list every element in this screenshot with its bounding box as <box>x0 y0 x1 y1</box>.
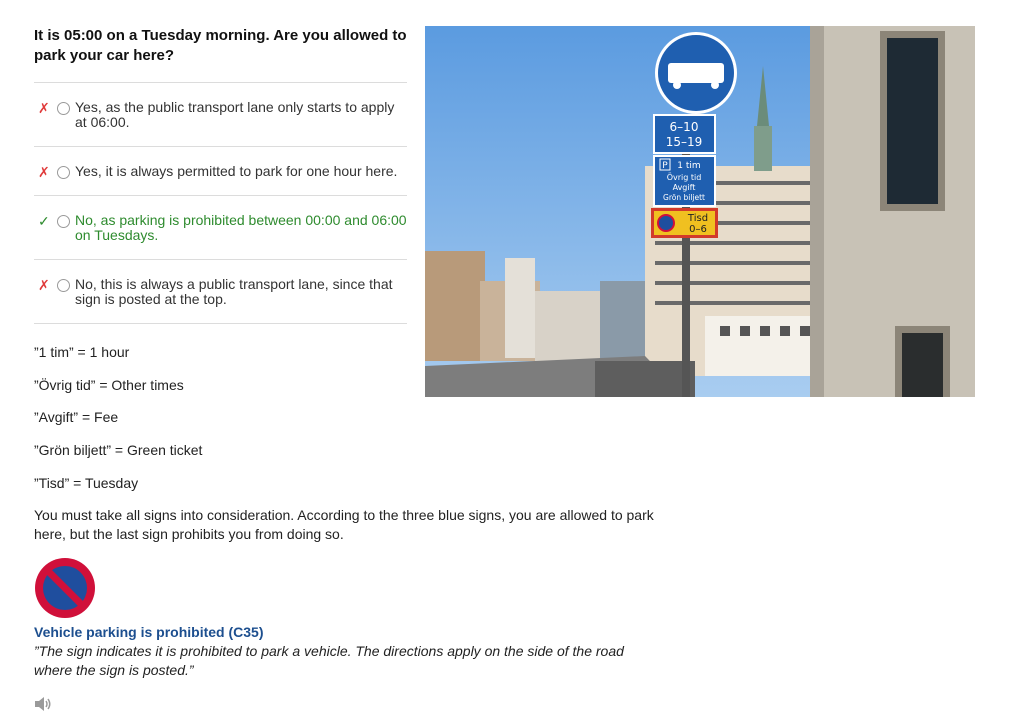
sign-p-line-3: Avgift <box>673 183 696 192</box>
wrong-mark-icon: ✗ <box>38 277 50 293</box>
wrong-mark-icon: ✗ <box>38 164 50 180</box>
glossary-item: ”1 tim” = 1 hour <box>34 344 130 360</box>
sign-description: ”The sign indicates it is prohibited to … <box>34 643 624 678</box>
answer-option-2[interactable]: ✗ Yes, it is always permitted to park fo… <box>34 146 407 195</box>
sign-times-text-2: 15–19 <box>666 135 703 149</box>
answer-list: ✗ Yes, as the public transport lane only… <box>34 82 407 324</box>
glossary-item: ”Grön biljett” = Green ticket <box>34 442 203 458</box>
speaker-icon[interactable] <box>34 696 52 712</box>
sign-p-line-4: Grön biljett <box>663 193 705 202</box>
no-parking-sign-icon <box>34 557 96 619</box>
answer-text: Yes, it is always permitted to park for … <box>75 163 398 179</box>
answer-text: No, as parking is prohibited between 00:… <box>75 212 407 243</box>
sign-times-text-1: 6–10 <box>670 120 699 134</box>
sign-title: Vehicle parking is prohibited (C35) <box>34 624 264 640</box>
glossary-item: ”Övrig tid” = Other times <box>34 377 184 393</box>
answer-option-1[interactable]: ✗ Yes, as the public transport lane only… <box>34 82 407 146</box>
answer-text: Yes, as the public transport lane only s… <box>75 99 395 130</box>
sign-p-letter: P <box>662 161 668 171</box>
explanation-text: You must take all signs into considerati… <box>34 507 654 542</box>
glossary-item: ”Avgift” = Fee <box>34 409 119 425</box>
sign-tisd-line-1: Tisd <box>687 213 708 224</box>
answer-option-3[interactable]: ✓ No, as parking is prohibited between 0… <box>34 195 407 259</box>
radio-button[interactable] <box>57 279 70 292</box>
question-text: It is 05:00 on a Tuesday morning. Are yo… <box>34 27 407 64</box>
radio-button[interactable] <box>57 102 70 115</box>
answer-text: No, this is always a public transport la… <box>75 276 393 307</box>
answer-option-4[interactable]: ✗ No, this is always a public transport … <box>34 259 407 324</box>
glossary-item: ”Tisd” = Tuesday <box>34 475 139 491</box>
radio-button[interactable] <box>57 215 70 228</box>
sign-p-line-1: 1 tim <box>677 161 700 171</box>
street-sign-photo: 6–10 15–19 P 1 tim Övrig tid Avgift Grön… <box>425 26 975 397</box>
sign-tisd-line-2: 0–6 <box>689 224 707 235</box>
check-mark-icon: ✓ <box>38 213 50 229</box>
radio-button[interactable] <box>57 166 70 179</box>
wrong-mark-icon: ✗ <box>38 100 50 116</box>
sign-p-line-2: Övrig tid <box>667 172 702 182</box>
